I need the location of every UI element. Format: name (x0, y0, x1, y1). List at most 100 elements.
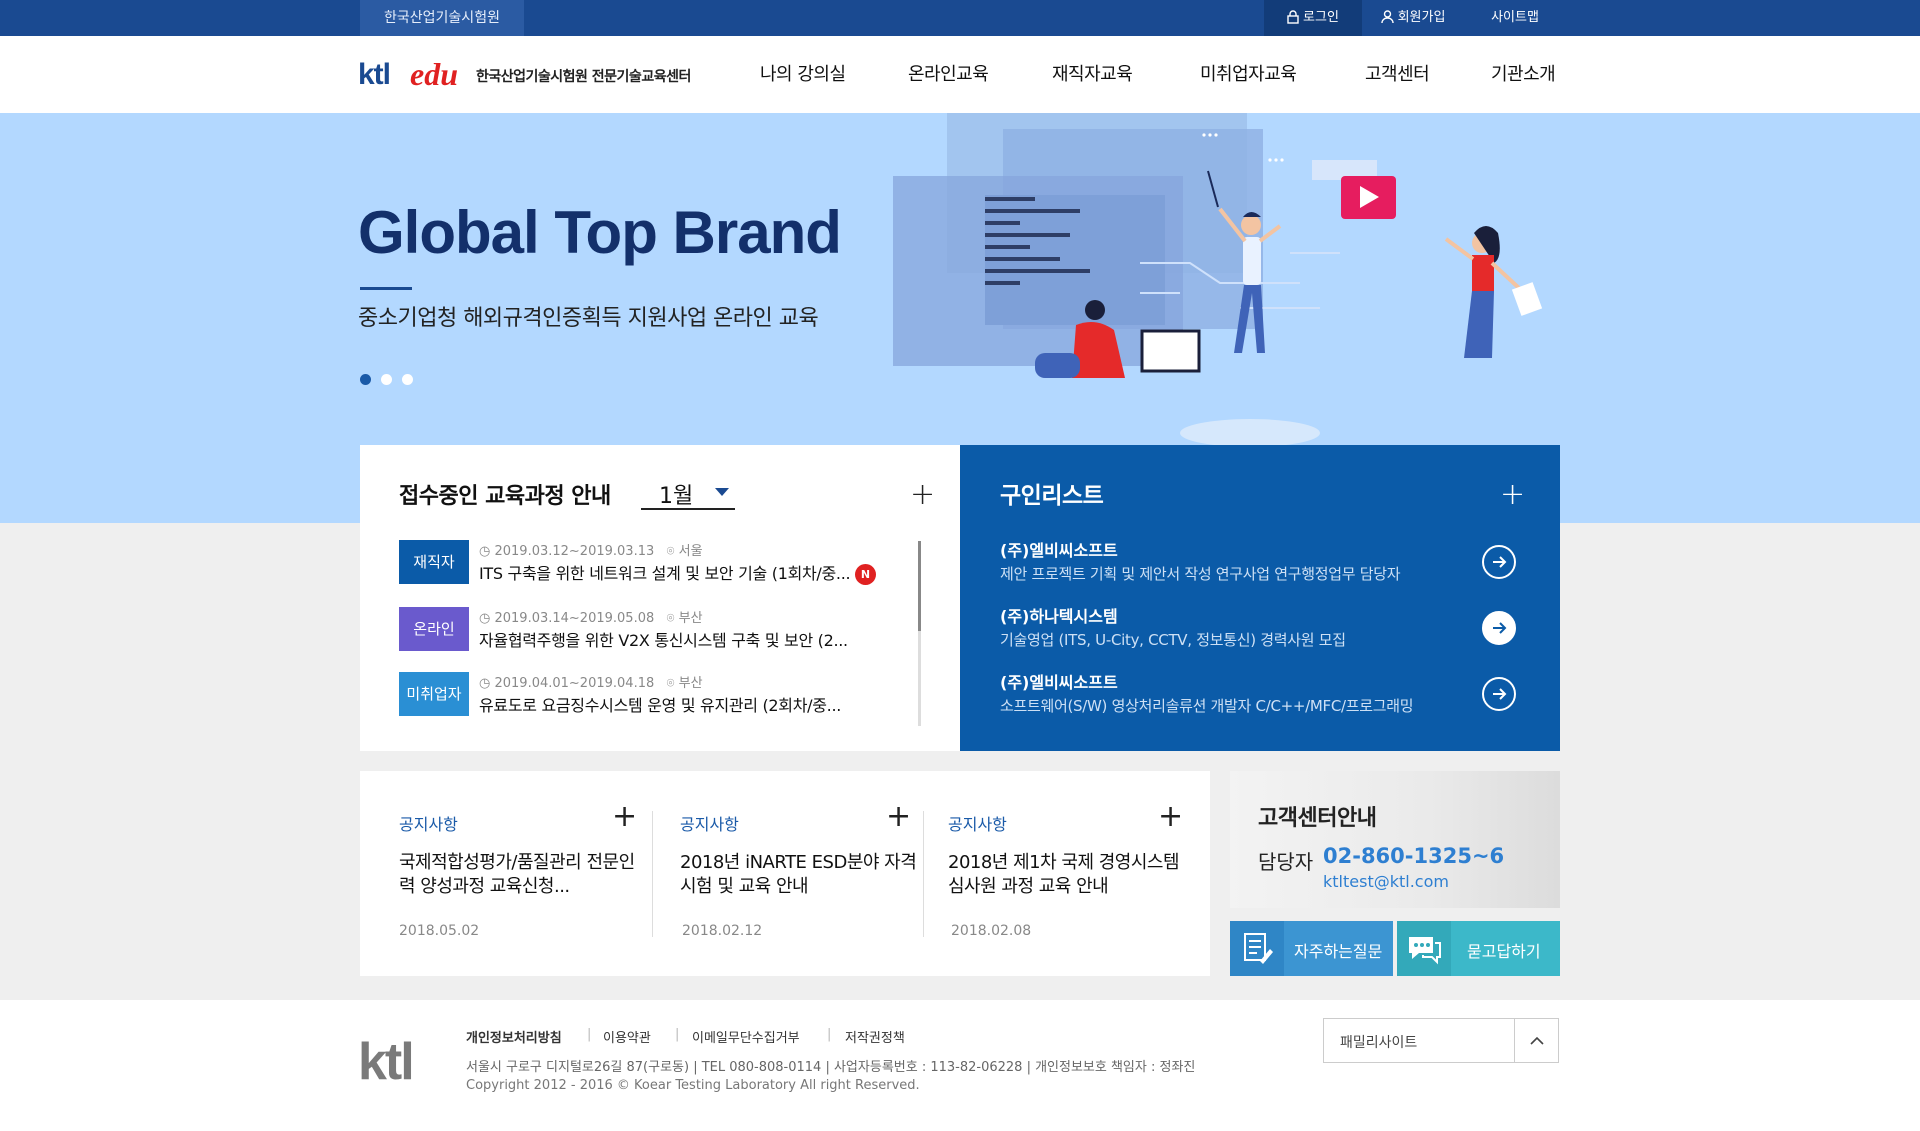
job-detail-button[interactable] (1482, 677, 1516, 711)
slide-dot-1[interactable] (360, 374, 371, 385)
notice-more-button[interactable]: + (612, 799, 637, 834)
notice-label: 공지사항 (680, 815, 739, 834)
month-value: 1월 (659, 484, 694, 509)
footer-info: 서울시 구로구 디지털로26길 87(구로동) | TEL 080-808-01… (466, 1060, 1196, 1075)
location-icon: ⌾ (666, 676, 675, 691)
logo-edu[interactable]: edu (410, 56, 458, 93)
notice-item[interactable]: 공지사항 + 2018년 iNARTE ESD분야 자격시험 및 교육 안내 2… (680, 771, 940, 976)
hero-subtitle: 중소기업청 해외규격인증획득 지원사업 온라인 교육 (358, 306, 819, 331)
course-title[interactable]: ITS 구축을 위한 네트워크 설계 및 보안 기술 (1회차/중... (479, 560, 851, 584)
footer-logo: ktl (358, 1033, 415, 1091)
location-icon: ⌾ (666, 611, 675, 626)
chevron-down-icon (715, 488, 729, 496)
course-date: 2019.03.14~2019.05.08 (494, 611, 655, 626)
logo-text: 한국산업기술시험원 전문기술교육센터 (476, 69, 691, 85)
job-company: (주)하나텍시스템 (1000, 607, 1118, 626)
clock-icon: ◷ (479, 544, 491, 559)
course-date: 2019.04.01~2019.04.18 (494, 676, 655, 691)
course-more-button[interactable]: + (910, 480, 935, 510)
job-more-button[interactable]: + (1500, 480, 1525, 510)
login-link[interactable]: 로그인 (1264, 0, 1362, 36)
footer-link-privacy[interactable]: 개인정보처리방침 (466, 1027, 562, 1046)
course-panel-title: 접수중인 교육과정 안내 (399, 484, 611, 509)
course-row[interactable]: 재직자 ◷ 2019.03.12~2019.03.13 ⌾ 서울 ITS 구축을… (399, 540, 919, 596)
qna-label: 묻고답하기 (1467, 942, 1541, 961)
job-detail-button[interactable] (1482, 545, 1516, 579)
chat-bubble-icon (1397, 921, 1451, 976)
job-company: (주)엘비씨소프트 (1000, 541, 1118, 560)
job-description: 기술영업 (ITS, U-City, CCTV, 정보통신) 경력사원 모집 (1000, 631, 1346, 649)
notice-title[interactable]: 2018년 iNARTE ESD분야 자격시험 및 교육 안내 (680, 851, 920, 899)
footer-separator: | (587, 1027, 592, 1042)
job-item[interactable]: (주)엘비씨소프트 제안 프로젝트 기획 및 제안서 작성 연구사업 연구행정업… (1000, 537, 1540, 597)
top-utility-bar: 한국산업기술시험원 로그인 회원가입 사이트맵 (0, 0, 1920, 36)
contact-email[interactable]: ktltest@ktl.com (1323, 872, 1449, 891)
contact-phone: 02-860-1325~6 (1323, 844, 1505, 868)
notice-more-button[interactable]: + (1158, 799, 1183, 834)
course-row[interactable]: 온라인 ◷ 2019.03.14~2019.05.08 ⌾ 부산 자율협력주행을… (399, 607, 919, 663)
slide-dot-2[interactable] (381, 374, 392, 385)
clock-icon: ◷ (479, 611, 491, 626)
notice-divider (652, 811, 653, 937)
course-row[interactable]: 미취업자 ◷ 2019.04.01~2019.04.18 ⌾ 부산 유료도로 요… (399, 672, 919, 728)
course-meta: ◷ 2019.04.01~2019.04.18 ⌾ 부산 (479, 672, 703, 691)
job-panel-title: 구인리스트 (1000, 483, 1104, 509)
course-type-badge: 온라인 (399, 607, 469, 651)
slide-dot-3[interactable] (402, 374, 413, 385)
notice-title[interactable]: 국제적합성평가/품질관리 전문인력 양성과정 교육신청... (399, 851, 639, 899)
course-type-badge: 미취업자 (399, 672, 469, 716)
footer-link-copyright[interactable]: 저작권정책 (845, 1027, 905, 1046)
faq-button[interactable]: 자주하는질문 (1230, 921, 1393, 976)
course-type-badge: 재직자 (399, 540, 469, 584)
course-title[interactable]: 유료도로 요금징수시스템 운영 및 유지관리 (2회차/중... (479, 692, 841, 716)
job-detail-button[interactable] (1482, 611, 1516, 645)
sitemap-link[interactable]: 사이트맵 (1464, 0, 1566, 36)
course-title[interactable]: 자율협력주행을 위한 V2X 통신시스템 구축 및 보안 (2... (479, 627, 848, 651)
notice-more-button[interactable]: + (886, 799, 911, 834)
notice-divider (923, 811, 924, 937)
notice-item[interactable]: 공지사항 + 국제적합성평가/품질관리 전문인력 양성과정 교육신청... 20… (399, 771, 659, 976)
contact-label: 담당자 (1258, 850, 1314, 874)
notice-title[interactable]: 2018년 제1차 국제 경영시스템 심사원 과정 교육 안내 (948, 851, 1188, 899)
footer-link-terms[interactable]: 이용약관 (603, 1027, 651, 1046)
month-select[interactable]: 1월 (641, 470, 735, 510)
arrow-right-icon (1493, 556, 1507, 568)
notice-date: 2018.02.12 (682, 923, 763, 939)
qna-button[interactable]: 묻고답하기 (1397, 921, 1560, 976)
hero-underline (360, 287, 412, 290)
arrow-right-icon (1493, 622, 1507, 634)
course-place: 부산 (678, 611, 703, 626)
customer-center-title: 고객센터안내 (1258, 806, 1377, 831)
hero-title: Global Top Brand (358, 199, 842, 266)
notice-label: 공지사항 (399, 815, 458, 834)
course-date: 2019.03.12~2019.03.13 (494, 544, 655, 559)
job-item[interactable]: (주)하나텍시스템 기술영업 (ITS, U-City, CCTV, 정보통신)… (1000, 603, 1540, 663)
site-name-chip[interactable]: 한국산업기술시험원 (360, 0, 524, 36)
logo-ktl[interactable]: ktl (358, 58, 391, 92)
nav-unemployed-education[interactable]: 미취업자교육 (1200, 60, 1297, 86)
job-item[interactable]: (주)엘비씨소프트 소프트웨어(S/W) 영상처리솔류션 개발자 C/C++/M… (1000, 669, 1540, 729)
footer-link-email-refusal[interactable]: 이메일무단수집거부 (692, 1027, 800, 1046)
course-scrollbar-thumb[interactable] (918, 541, 921, 631)
notice-label: 공지사항 (948, 815, 1007, 834)
nav-employee-education[interactable]: 재직자교육 (1052, 60, 1133, 86)
family-site-toggle[interactable] (1514, 1019, 1558, 1062)
family-site-select[interactable]: 패밀리사이트 (1323, 1018, 1559, 1063)
nav-online-education[interactable]: 온라인교육 (908, 60, 989, 86)
location-icon: ⌾ (666, 544, 675, 559)
document-edit-icon (1230, 921, 1284, 976)
notice-date: 2018.02.08 (951, 923, 1032, 939)
nav-about[interactable]: 기관소개 (1491, 60, 1556, 86)
join-link[interactable]: 회원가입 (1362, 0, 1464, 36)
chevron-up-icon (1530, 1036, 1544, 1045)
notice-date: 2018.05.02 (399, 923, 480, 939)
arrow-right-icon (1493, 688, 1507, 700)
hero-illustration (893, 113, 1543, 447)
notice-item[interactable]: 공지사항 + 2018년 제1차 국제 경영시스템 심사원 과정 교육 안내 2… (948, 771, 1208, 976)
nav-my-classroom[interactable]: 나의 강의실 (760, 60, 846, 86)
faq-label: 자주하는질문 (1294, 942, 1383, 961)
footer-separator: | (827, 1027, 832, 1042)
nav-customer-center[interactable]: 고객센터 (1365, 60, 1430, 86)
course-place: 부산 (678, 676, 703, 691)
footer-copyright: Copyright 2012 - 2016 © Koear Testing La… (466, 1078, 920, 1093)
